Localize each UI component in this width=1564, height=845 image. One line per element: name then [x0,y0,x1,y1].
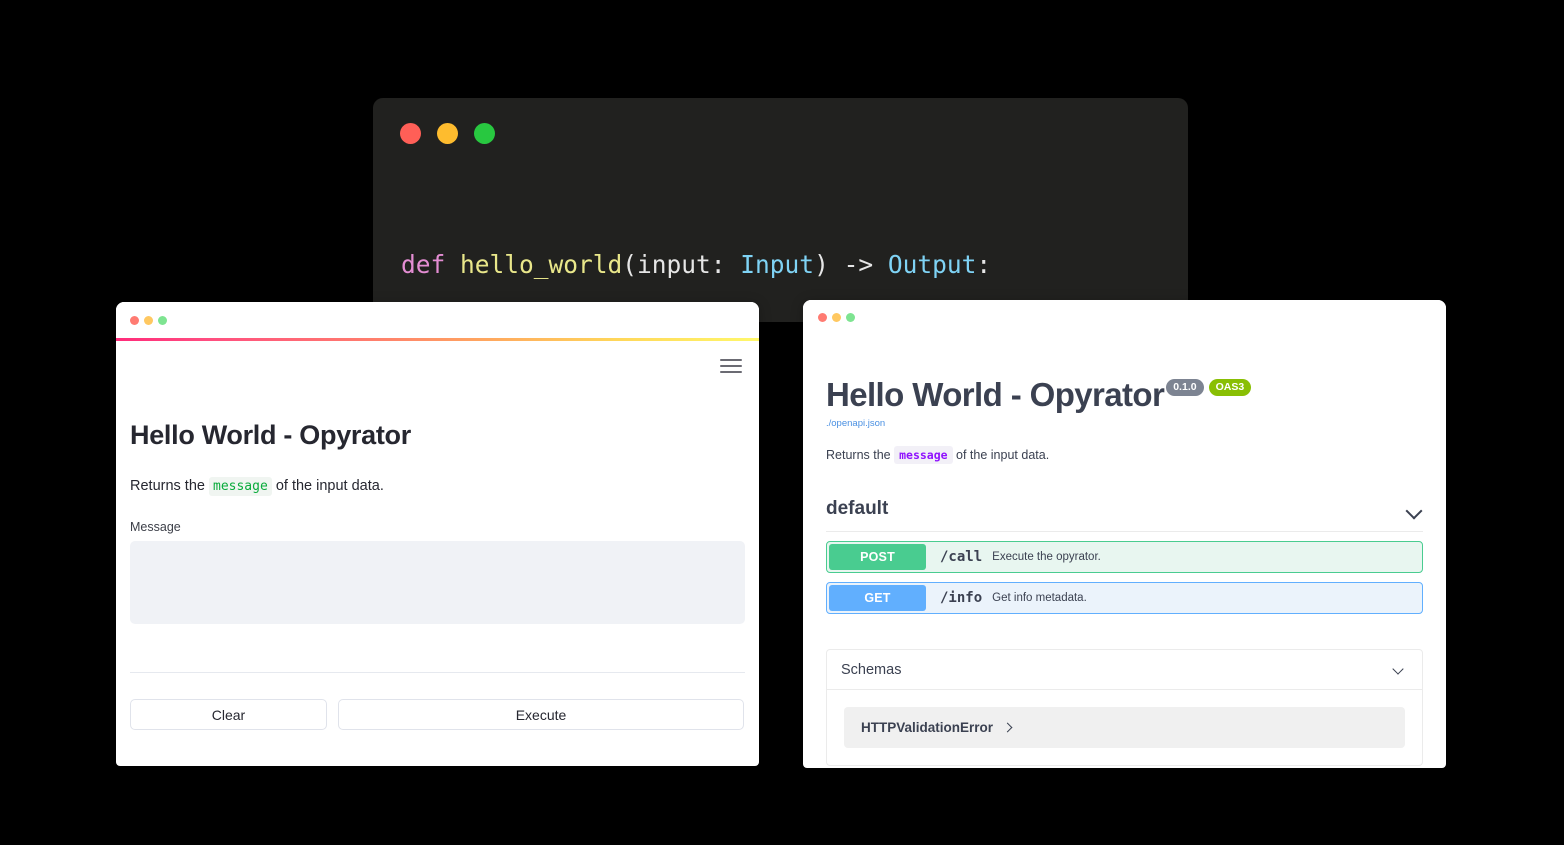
form-window-traffic-lights [130,316,167,325]
code-token-arrow: ) -> [814,250,888,279]
close-button[interactable] [130,316,139,325]
operation-summary: Get info metadata. [992,592,1087,604]
code-token-def: def [401,250,461,279]
api-description-inline-code: message [894,446,953,464]
form-content: Hello World - Opyrator Returns the messa… [116,420,759,730]
message-field-label: Message [130,520,181,534]
description-prefix: Returns the [130,478,209,494]
api-description: Returns the message of the input data. [826,446,1423,464]
close-button[interactable] [818,313,827,322]
chevron-down-icon[interactable] [1406,501,1423,518]
code-line: def hello_world(input: Input) -> Output: [401,249,1139,281]
schemas-header[interactable]: Schemas [827,650,1422,690]
schemas-body: HTTPValidationError [827,690,1422,765]
api-badges: 0.1.0 OAS3 [1166,379,1252,396]
chevron-down-icon[interactable] [1391,661,1408,678]
maximize-button[interactable] [158,316,167,325]
chevron-right-icon[interactable] [1002,722,1014,734]
hamburger-menu-icon[interactable] [720,359,742,379]
execute-button[interactable]: Execute [338,699,744,730]
tag-section-default: default POST /call Execute the opyrator.… [826,498,1423,614]
code-token-output-type: Output [887,250,977,279]
hamburger-line [720,371,742,373]
opyrator-form-window: Hello World - Opyrator Returns the messa… [116,302,759,766]
hamburger-line [720,365,742,367]
page-description: Returns the message of the input data. [130,476,745,497]
api-window-traffic-lights [818,313,855,322]
description-inline-code: message [209,477,272,496]
code-token-colon: : [976,250,992,279]
oas-badge: OAS3 [1208,379,1252,396]
code-window-traffic-lights [400,123,495,144]
version-badge: 0.1.0 [1166,379,1204,396]
screenshot-stage: def hello_world(input: Input) -> Output:… [0,0,1564,845]
api-title-row: Hello World - Opyrator 0.1.0 OAS3 [826,377,1423,413]
form-actions: Clear Execute [130,699,745,730]
form-window-titlebar [116,302,759,338]
hamburger-line [720,359,742,361]
swagger-ui-window: Hello World - Opyrator 0.1.0 OAS3 ./open… [803,300,1446,768]
code-token-input-type: Input [740,250,815,279]
schema-item-http-validation-error[interactable]: HTTPValidationError [844,707,1405,748]
schemas-section: Schemas HTTPValidationError [826,649,1423,766]
operation-path: /call [940,549,983,565]
operation-path: /info [940,590,983,606]
schema-name: HTTPValidationError [861,720,994,735]
minimize-button[interactable] [144,316,153,325]
description-suffix: of the input data. [271,478,384,494]
api-description-prefix: Returns the [826,448,895,462]
operation-summary: Execute the opyrator. [992,551,1101,563]
accent-gradient-bar [116,338,759,341]
minimize-button[interactable] [437,123,458,144]
api-description-suffix: of the input data. [952,448,1050,462]
http-method-badge: POST [829,544,926,570]
operation-row-post-call[interactable]: POST /call Execute the opyrator. [826,541,1423,573]
close-button[interactable] [400,123,421,144]
http-method-badge: GET [829,585,926,611]
code-token-param: (input: [622,250,741,279]
api-content: Hello World - Opyrator 0.1.0 OAS3 ./open… [803,377,1446,766]
clear-button[interactable]: Clear [130,699,327,730]
tag-name: default [826,498,889,519]
maximize-button[interactable] [474,123,495,144]
message-input[interactable] [130,541,745,624]
schemas-title: Schemas [841,661,902,678]
code-token-function-name: hello_world [460,250,623,279]
operation-row-get-info[interactable]: GET /info Get info metadata. [826,582,1423,614]
minimize-button[interactable] [832,313,841,322]
api-title: Hello World - Opyrator [826,376,1165,413]
openapi-spec-link[interactable]: ./openapi.json [826,418,885,429]
form-divider [130,672,745,673]
code-editor-window: def hello_world(input: Input) -> Output:… [373,98,1188,322]
api-window-titlebar [803,300,1446,332]
tag-header-default[interactable]: default [826,498,1423,532]
page-title: Hello World - Opyrator [130,420,411,450]
maximize-button[interactable] [846,313,855,322]
